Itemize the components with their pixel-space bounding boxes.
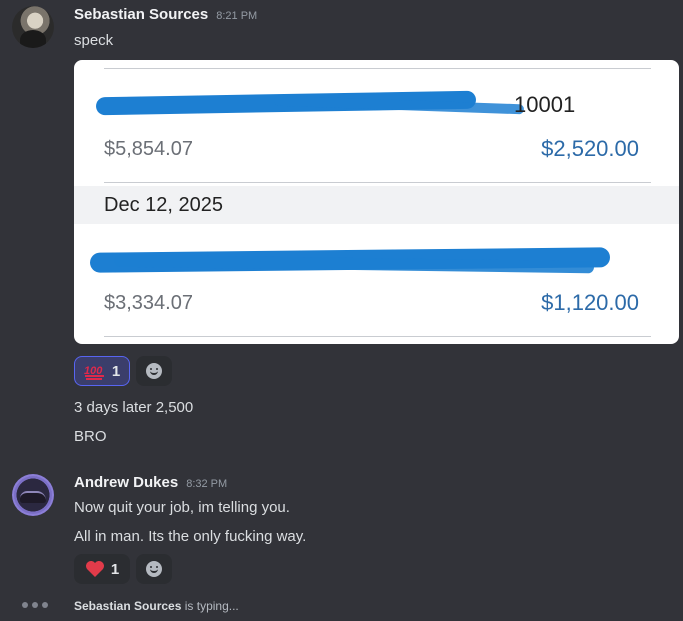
typing-dots-icon [22,602,48,608]
car-image [20,491,46,503]
username[interactable]: Andrew Dukes [74,474,178,491]
message-text: BRO [74,428,107,445]
transaction-amount: $1,120.00 [541,290,639,315]
message-text: Now quit your job, im telling you. [74,499,290,516]
message-header: Sebastian Sources 8:21 PM [74,6,257,24]
timestamp: 8:32 PM [186,478,228,490]
typing-indicator: Sebastian Sources is typing... [74,599,239,613]
message-text: All in man. Its the only fucking way. [74,528,307,545]
message-text: speck [74,32,114,49]
username[interactable]: Sebastian Sources [74,6,208,23]
balance-value: $5,854.07 [104,138,193,160]
transaction-amount: $2,520.00 [541,136,639,161]
add-reaction-button[interactable] [136,554,172,584]
date-band: Dec 12, 2025 [74,186,679,224]
divider [104,336,651,337]
hundred-icon: 100 [84,362,106,380]
date-label: Dec 12, 2025 [104,194,223,216]
typing-suffix: is typing... [184,599,239,613]
avatar[interactable] [12,474,54,516]
reaction-count: 1 [111,362,121,380]
avatar[interactable] [12,6,54,48]
smile-icon [146,363,162,379]
balance-value: $3,334.07 [104,292,193,314]
reaction-heart[interactable]: 1 [74,554,130,584]
heart-icon [85,560,105,578]
smile-icon [146,561,162,577]
add-reaction-button[interactable] [136,356,172,386]
account-number: 10001 [514,92,576,117]
divider [104,182,651,183]
image-attachment[interactable]: 10001 $5,854.07 $2,520.00 Dec 12, 2025 $… [74,60,679,344]
message-text: 3 days later 2,500 [74,399,194,416]
message-header: Andrew Dukes 8:32 PM [74,474,227,492]
timestamp: 8:21 PM [216,10,258,22]
divider [104,68,651,69]
typing-user: Sebastian Sources [74,599,182,613]
reaction-hundred[interactable]: 100 1 [74,356,130,386]
reaction-count: 1 [110,560,120,578]
